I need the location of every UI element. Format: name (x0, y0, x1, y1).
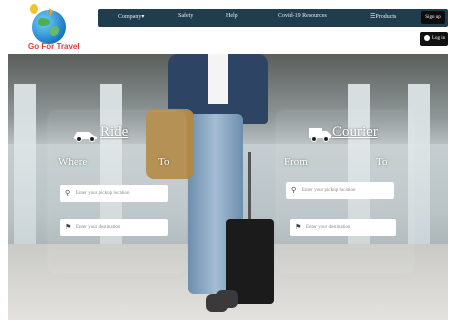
location-pin-icon: ⚲ (291, 186, 297, 194)
flag-icon: ⚑ (65, 223, 72, 231)
to-label: To (158, 156, 170, 168)
courier-title: Courier (332, 124, 378, 140)
window (14, 84, 36, 254)
balloon-icon (30, 4, 38, 14)
ride-title: Ride (100, 124, 129, 140)
land-shape (38, 18, 50, 26)
nav-item-safety[interactable]: Safety (178, 13, 193, 19)
where-label: Where (58, 156, 88, 168)
car-icon (74, 132, 97, 142)
brand-logo[interactable]: ✈ Go For Travel (26, 4, 80, 52)
ride-pickup-input[interactable]: ⚲ Enter your pickup location (60, 185, 168, 202)
from-label: From (284, 156, 308, 168)
user-icon (424, 34, 430, 41)
nav-item-company[interactable]: Company▾ (118, 13, 144, 20)
hero-background: Ride Where To ⚲ Enter your pickup locati… (8, 54, 448, 320)
chevron-down-icon: ▾ (141, 14, 145, 20)
plane-icon: ✈ (46, 6, 56, 19)
signup-button[interactable]: Sign up (421, 11, 445, 24)
suitcase-handle (248, 152, 251, 222)
nav-item-label: Products (375, 14, 397, 20)
truck-icon (309, 128, 331, 142)
ride-pickup-placeholder: Enter your pickup location (76, 191, 130, 196)
nav-item-products[interactable]: ☰Products (370, 13, 396, 20)
courier-pickup-placeholder: Enter your pickup location (302, 188, 356, 193)
login-button[interactable]: Log in (420, 32, 448, 46)
nav-item-help[interactable]: Help (226, 13, 238, 19)
ride-destination-placeholder: Enter your destination (76, 225, 121, 230)
nav-item-covid[interactable]: Covid-19 Resources (278, 13, 327, 19)
courier-destination-input[interactable]: ⚑ Enter your destination (290, 219, 396, 236)
brand-name: Go For Travel (28, 42, 80, 51)
ride-destination-input[interactable]: ⚑ Enter your destination (60, 219, 168, 236)
courier-destination-placeholder: Enter your destination (306, 225, 351, 230)
main-nav: Company▾ Safety Help Covid-19 Resources … (98, 9, 448, 27)
flag-icon: ⚑ (295, 223, 302, 231)
shoe (216, 290, 238, 308)
to-label: To (376, 156, 388, 168)
courier-pickup-input[interactable]: ⚲ Enter your pickup location (286, 182, 394, 199)
nav-item-label: Company (118, 14, 142, 20)
shirt (208, 54, 228, 104)
login-label: Log in (432, 36, 446, 41)
top-header: ✈ Go For Travel Company▾ Safety Help Cov… (0, 0, 452, 52)
location-pin-icon: ⚲ (65, 189, 71, 197)
